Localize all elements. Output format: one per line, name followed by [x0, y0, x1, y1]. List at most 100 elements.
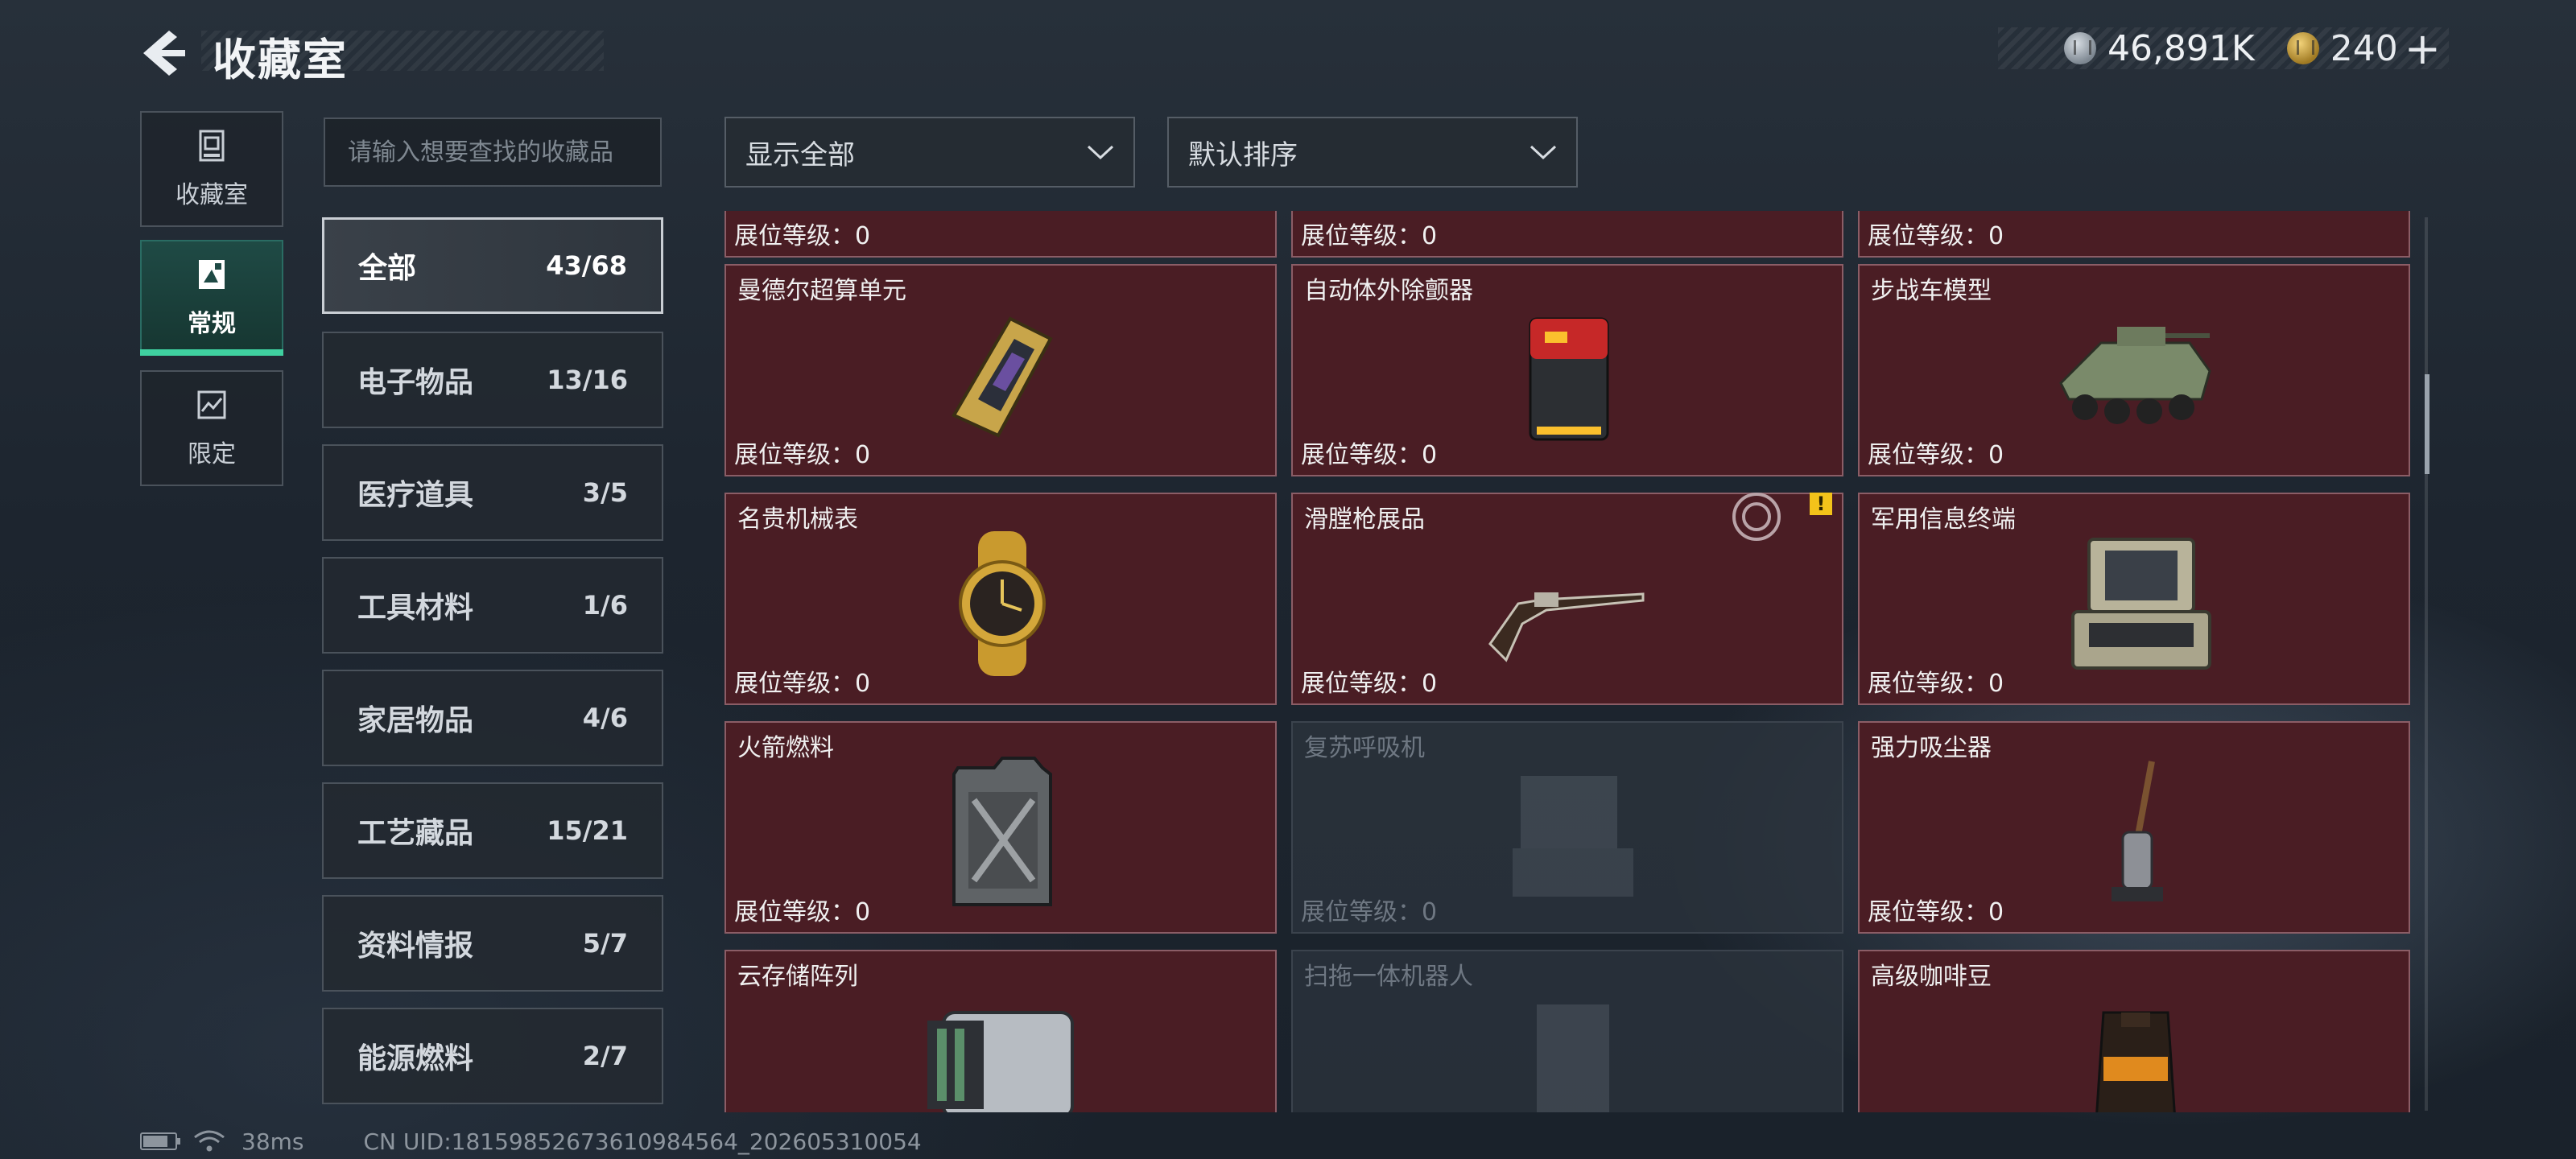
booth-level: 展位等级：0 — [1868, 898, 2004, 926]
regular-icon — [199, 260, 225, 289]
collectible-name: 强力吸尘器 — [1871, 734, 1992, 762]
alert-badge: ! — [1810, 493, 1832, 515]
category-label: 电子物品 — [357, 366, 474, 399]
status-footer: 38ms CN UID:18159852673610984564_2026053… — [140, 1127, 922, 1156]
sort-value: 默认排序 — [1188, 138, 1298, 171]
category-count: 15/21 — [547, 815, 628, 846]
armored-vehicle-model-icon — [2059, 327, 2211, 424]
add-currency-button[interactable]: + — [2405, 23, 2441, 74]
grid-scrollbar-track — [2425, 217, 2428, 1111]
fuel-canister-icon — [952, 757, 1052, 906]
uid-text: CN UID:18159852673610984564_202605310054 — [363, 1128, 922, 1155]
category-label: 全部 — [358, 252, 417, 285]
collectible-name: 火箭燃料 — [737, 734, 834, 762]
category-tools[interactable]: 工具材料 1/6 — [322, 557, 663, 654]
collection-room-icon — [199, 130, 225, 162]
category-crafts[interactable]: 工艺藏品 15/21 — [322, 782, 663, 879]
category-medical[interactable]: 医疗道具 3/5 — [322, 444, 663, 541]
category-count: 1/6 — [582, 590, 628, 621]
wifi-icon — [194, 1130, 225, 1152]
collectible-card[interactable]: 滑膛枪展品 ! 展位等级：0 — [1291, 493, 1843, 705]
ping-value: 38ms — [242, 1128, 304, 1155]
display-filter-dropdown[interactable]: 显示全部 — [724, 117, 1135, 188]
coffee-beans-icon — [2095, 1011, 2176, 1112]
booth-level: 展位等级：0 — [1301, 670, 1438, 698]
rail-tab-limited[interactable]: 限定 — [140, 370, 283, 486]
collectible-card[interactable]: 展位等级：0 — [1858, 211, 2410, 258]
collectible-card[interactable]: 火箭燃料 展位等级：0 — [724, 721, 1277, 934]
military-terminal-icon — [2071, 538, 2211, 670]
collectible-card[interactable]: 展位等级：0 — [1291, 211, 1843, 258]
rail-label: 收藏室 — [175, 181, 248, 209]
category-energy[interactable]: 能源燃料 2/7 — [322, 1008, 663, 1104]
collectible-name: 名贵机械表 — [737, 505, 858, 534]
back-icon[interactable] — [137, 27, 193, 79]
supercomputer-unit-icon — [952, 316, 1053, 438]
cloud-storage-array-icon — [927, 1011, 1074, 1112]
search-input[interactable] — [324, 118, 662, 187]
category-count: 5/7 — [582, 928, 628, 959]
collectible-card[interactable]: 曼德尔超算单元 展位等级：0 — [724, 264, 1277, 476]
category-all[interactable]: 全部 43/68 — [322, 217, 663, 314]
category-label: 工艺藏品 — [357, 817, 474, 850]
rail-label: 常规 — [188, 310, 236, 338]
booth-level: 展位等级：0 — [734, 670, 871, 698]
collectible-card[interactable]: 名贵机械表 展位等级：0 — [724, 493, 1277, 705]
booth-level: 展位等级：0 — [1868, 222, 2004, 250]
collectibles-grid: 展位等级：0 展位等级：0 展位等级：0 曼德尔超算单元 展位等级：0 自动体外… — [723, 211, 2413, 1112]
sort-dropdown[interactable]: 默认排序 — [1167, 117, 1578, 188]
display-filter-value: 显示全部 — [745, 138, 855, 171]
collectible-card[interactable]: 强力吸尘器 展位等级：0 — [1858, 721, 2410, 934]
booth-level: 展位等级：0 — [734, 222, 871, 250]
category-count: 3/5 — [582, 477, 628, 508]
category-home[interactable]: 家居物品 4/6 — [322, 670, 663, 766]
musket-icon — [1488, 592, 1645, 662]
page-title: 收藏室 — [213, 35, 348, 85]
silver-currency-value: 46,891K — [2107, 27, 2255, 69]
currency-panel: 46,891K 240 + — [1998, 23, 2449, 74]
chevron-down-icon — [1087, 145, 1114, 160]
category-label: 家居物品 — [357, 704, 474, 737]
grid-scrollbar-thumb[interactable] — [2425, 374, 2429, 474]
vacuum-cleaner-icon — [2112, 761, 2163, 901]
mop-robot-icon — [1537, 1004, 1609, 1112]
collectible-name: 高级咖啡豆 — [1871, 963, 1992, 991]
collectible-name: 军用信息终端 — [1871, 505, 2016, 534]
collectible-name: 云存储阵列 — [737, 963, 858, 991]
collectible-card[interactable]: 军用信息终端 展位等级：0 — [1858, 493, 2410, 705]
collectible-card[interactable]: 云存储阵列 — [724, 950, 1277, 1112]
category-count: 4/6 — [582, 703, 628, 733]
category-intel[interactable]: 资料情报 5/7 — [322, 895, 663, 992]
collectible-card-locked[interactable]: 扫拖一体机器人 — [1291, 950, 1843, 1112]
booth-level: 展位等级：0 — [734, 441, 871, 469]
rail-tab-collection-room[interactable]: 收藏室 — [140, 111, 283, 227]
collectible-name: 步战车模型 — [1871, 277, 1992, 305]
category-count: 43/68 — [546, 250, 627, 281]
collectible-card[interactable]: 步战车模型 展位等级：0 — [1858, 264, 2410, 476]
category-electronics[interactable]: 电子物品 13/16 — [322, 332, 663, 428]
category-label: 能源燃料 — [357, 1042, 474, 1075]
category-count: 13/16 — [547, 365, 628, 395]
mechanical-watch-icon — [959, 531, 1046, 676]
ventilator-icon — [1513, 776, 1633, 897]
gold-coin-icon — [2286, 32, 2319, 64]
collectible-card[interactable]: 自动体外除颤器 展位等级：0 — [1291, 264, 1843, 476]
category-label: 工具材料 — [357, 592, 474, 625]
limited-icon — [197, 390, 226, 419]
collectible-name: 复苏呼吸机 — [1304, 734, 1425, 762]
booth-level: 展位等级：0 — [1868, 441, 2004, 469]
category-label: 医疗道具 — [357, 479, 474, 512]
collectible-name: 自动体外除颤器 — [1304, 277, 1473, 305]
gold-currency-value: 240 — [2330, 27, 2398, 69]
booth-level: 展位等级：0 — [1301, 441, 1438, 469]
rail-label: 限定 — [188, 440, 236, 468]
rail-tab-regular[interactable]: 常规 — [140, 240, 283, 356]
defibrillator-icon — [1529, 317, 1609, 441]
collectible-card[interactable]: 高级咖啡豆 — [1858, 950, 2410, 1112]
collectible-card-locked[interactable]: 复苏呼吸机 展位等级：0 — [1291, 721, 1843, 934]
collectible-card[interactable]: 展位等级：0 — [724, 211, 1277, 258]
booth-level: 展位等级：0 — [1868, 670, 2004, 698]
booth-level: 展位等级：0 — [1301, 222, 1438, 250]
booth-level: 展位等级：0 — [1301, 898, 1438, 926]
collectible-name: 曼德尔超算单元 — [737, 277, 906, 305]
